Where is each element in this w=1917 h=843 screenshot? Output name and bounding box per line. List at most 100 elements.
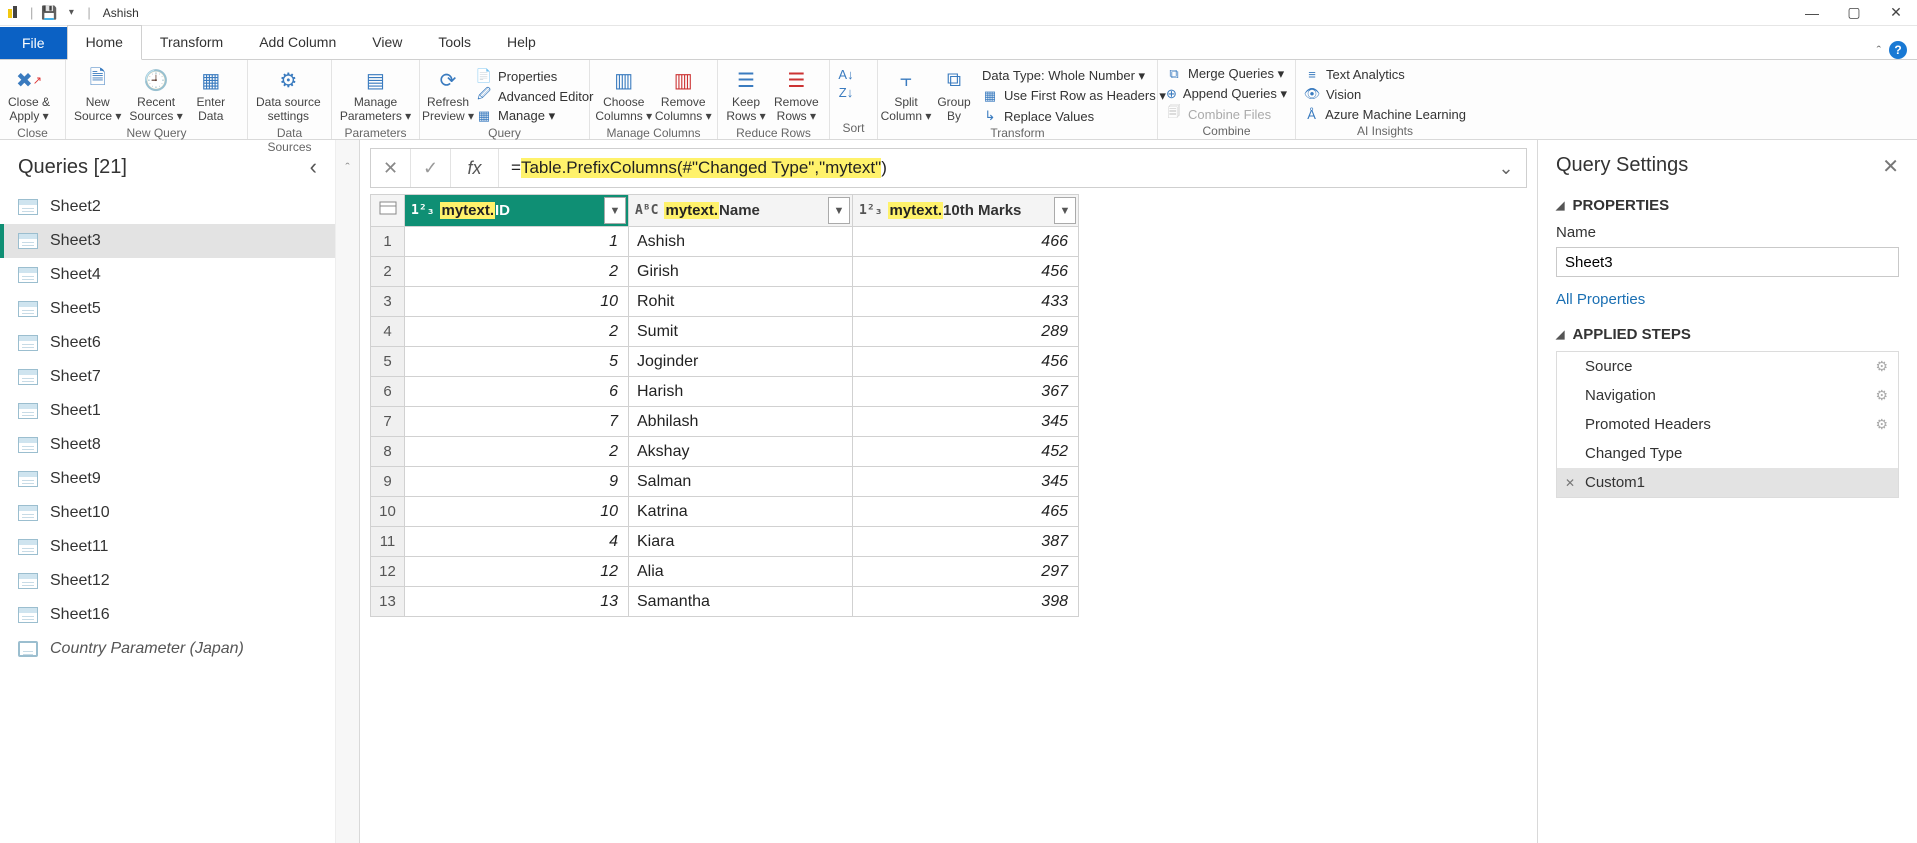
data-type-button[interactable]: Data Type: Whole Number ▾	[982, 68, 1166, 84]
close-button[interactable]: ✕	[1889, 4, 1903, 21]
query-item[interactable]: Sheet11	[0, 530, 335, 564]
query-item[interactable]: Sheet10	[0, 496, 335, 530]
row-header[interactable]: 11	[371, 527, 405, 557]
cell-marks[interactable]: 456	[853, 257, 1079, 287]
cell-name[interactable]: Ashish	[629, 227, 853, 257]
minimize-button[interactable]: —	[1805, 5, 1819, 21]
group-by-button[interactable]: ⧉Group By	[934, 66, 974, 124]
azure-ml-button[interactable]: ÅAzure Machine Learning	[1304, 106, 1466, 122]
cell-marks[interactable]: 465	[853, 497, 1079, 527]
column-header-id[interactable]: 1²₃mytext.ID ▼	[405, 195, 629, 227]
sort-desc-button[interactable]: Z↓	[838, 84, 854, 100]
tab-file[interactable]: File	[0, 27, 67, 59]
tab-tools[interactable]: Tools	[420, 26, 489, 59]
query-item[interactable]: Sheet16	[0, 598, 335, 632]
formula-text[interactable]: = Table.PrefixColumns( #"Changed Type", …	[499, 158, 1486, 178]
tab-home[interactable]: Home	[67, 25, 142, 60]
select-all-corner[interactable]	[371, 195, 405, 227]
row-header[interactable]: 5	[371, 347, 405, 377]
manage-button[interactable]: ▦Manage ▾	[476, 108, 593, 124]
cell-marks[interactable]: 433	[853, 287, 1079, 317]
applied-step[interactable]: Changed Type	[1557, 439, 1898, 468]
sort-asc-button[interactable]: A↓	[838, 66, 854, 82]
query-item[interactable]: Sheet6	[0, 326, 335, 360]
nav-up-icon[interactable]: ˆ	[345, 160, 349, 175]
query-item[interactable]: Sheet8	[0, 428, 335, 462]
tab-view[interactable]: View	[354, 26, 420, 59]
applied-step[interactable]: Source⚙	[1557, 352, 1898, 381]
cell-name[interactable]: Akshay	[629, 437, 853, 467]
cell-marks[interactable]: 466	[853, 227, 1079, 257]
column-filter-name[interactable]: ▼	[828, 197, 850, 224]
remove-rows-button[interactable]: ☰Remove Rows ▾	[774, 66, 819, 124]
text-analytics-button[interactable]: ≡Text Analytics	[1304, 66, 1466, 82]
row-header[interactable]: 3	[371, 287, 405, 317]
ribbon-collapse-icon[interactable]: ˆ	[1877, 43, 1881, 58]
gear-icon[interactable]: ⚙	[1875, 387, 1888, 404]
vision-button[interactable]: 👁Vision	[1304, 86, 1466, 102]
cell-id[interactable]: 5	[405, 347, 629, 377]
applied-step[interactable]: Promoted Headers⚙	[1557, 410, 1898, 439]
cell-id[interactable]: 6	[405, 377, 629, 407]
choose-columns-button[interactable]: ▥Choose Columns ▾	[598, 66, 650, 124]
cell-id[interactable]: 13	[405, 587, 629, 617]
cell-name[interactable]: Sumit	[629, 317, 853, 347]
row-header[interactable]: 8	[371, 437, 405, 467]
qat-dropdown-icon[interactable]: ▾	[63, 5, 79, 21]
cell-id[interactable]: 2	[405, 257, 629, 287]
cell-marks[interactable]: 345	[853, 407, 1079, 437]
close-apply-button[interactable]: ✖↗Close & Apply ▾	[8, 66, 50, 124]
cell-name[interactable]: Abhilash	[629, 407, 853, 437]
recent-sources-button[interactable]: 🕘Recent Sources ▾	[129, 66, 182, 124]
new-source-button[interactable]: 🗎New Source ▾	[74, 66, 121, 124]
row-header[interactable]: 6	[371, 377, 405, 407]
cell-id[interactable]: 10	[405, 497, 629, 527]
query-item[interactable]: Sheet12	[0, 564, 335, 598]
cell-name[interactable]: Salman	[629, 467, 853, 497]
column-header-marks[interactable]: 1²₃mytext.10th Marks ▼	[853, 195, 1079, 227]
refresh-preview-button[interactable]: ⟳Refresh Preview ▾	[428, 66, 468, 124]
first-row-headers-button[interactable]: ▦Use First Row as Headers ▾	[982, 88, 1166, 104]
query-item[interactable]: Sheet4	[0, 258, 335, 292]
cell-id[interactable]: 9	[405, 467, 629, 497]
all-properties-link[interactable]: All Properties	[1556, 291, 1899, 308]
tab-add-column[interactable]: Add Column	[241, 26, 354, 59]
row-header[interactable]: 7	[371, 407, 405, 437]
query-item[interactable]: Sheet2	[0, 190, 335, 224]
replace-values-button[interactable]: ↳Replace Values	[982, 108, 1166, 124]
save-icon[interactable]: 💾	[41, 5, 57, 21]
cell-marks[interactable]: 456	[853, 347, 1079, 377]
enter-data-button[interactable]: ▦Enter Data	[191, 66, 231, 124]
cell-id[interactable]: 2	[405, 437, 629, 467]
column-filter-id[interactable]: ▼	[604, 197, 626, 224]
data-source-settings-button[interactable]: ⚙Data source settings	[256, 66, 321, 124]
row-header[interactable]: 2	[371, 257, 405, 287]
cell-marks[interactable]: 289	[853, 317, 1079, 347]
row-header[interactable]: 12	[371, 557, 405, 587]
manage-parameters-button[interactable]: ▤Manage Parameters ▾	[340, 66, 411, 124]
append-queries-button[interactable]: ⊕Append Queries ▾	[1166, 86, 1287, 102]
cell-id[interactable]: 4	[405, 527, 629, 557]
cell-name[interactable]: Rohit	[629, 287, 853, 317]
advanced-editor-button[interactable]: 🖉Advanced Editor	[476, 88, 593, 104]
column-filter-marks[interactable]: ▼	[1054, 197, 1076, 224]
query-settings-close-button[interactable]: ✕	[1882, 154, 1899, 179]
query-item[interactable]: Sheet1	[0, 394, 335, 428]
column-header-name[interactable]: AᴮCmytext.Name ▼	[629, 195, 853, 227]
cell-name[interactable]: Harish	[629, 377, 853, 407]
query-name-input[interactable]	[1556, 247, 1899, 277]
query-item[interactable]: Sheet7	[0, 360, 335, 394]
merge-queries-button[interactable]: ⧉Merge Queries ▾	[1166, 66, 1287, 82]
cell-id[interactable]: 7	[405, 407, 629, 437]
cancel-formula-button[interactable]: ✕	[371, 149, 411, 187]
cell-id[interactable]: 12	[405, 557, 629, 587]
query-item[interactable]: Sheet5	[0, 292, 335, 326]
applied-step[interactable]: Navigation⚙	[1557, 381, 1898, 410]
commit-formula-button[interactable]: ✓	[411, 149, 451, 187]
fx-icon[interactable]: fx	[451, 149, 499, 187]
tab-transform[interactable]: Transform	[142, 26, 241, 59]
cell-id[interactable]: 10	[405, 287, 629, 317]
queries-collapse-icon[interactable]: ‹	[310, 154, 317, 180]
row-header[interactable]: 10	[371, 497, 405, 527]
cell-name[interactable]: Kiara	[629, 527, 853, 557]
